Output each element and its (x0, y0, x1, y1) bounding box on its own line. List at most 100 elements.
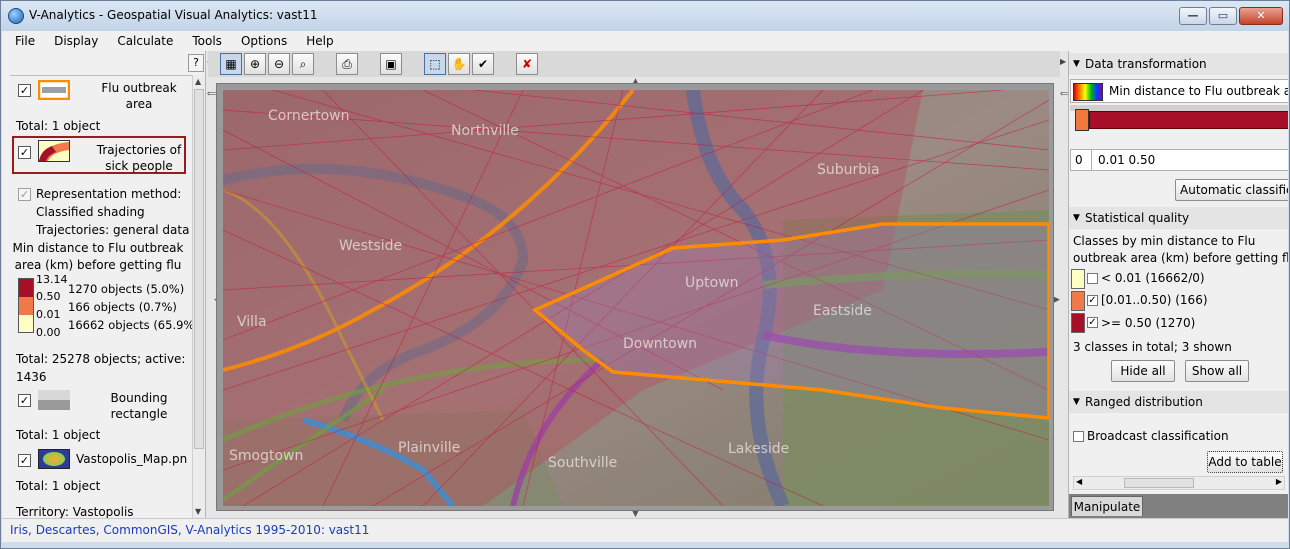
collapse-arrow-icon: ▼ (1073, 213, 1080, 223)
legend-swatch (19, 279, 33, 297)
map-toolbar: ▦ ⊕ ⊖ ⌕ ⎙ ▣ ⬚ ✋ ✔ ✘ (208, 51, 1060, 77)
layer-bounding-name[interactable]: Bounding rectangle (92, 390, 186, 422)
district-label: Cornertown (268, 108, 349, 124)
menu-tools[interactable]: Tools (179, 34, 228, 48)
ranged-distribution-header[interactable]: ▼ Ranged distribution (1069, 391, 1288, 413)
map-canvas[interactable]: Cornertown Northville Suburbia Westside … (223, 90, 1049, 506)
layer-map-image-checkbox[interactable]: ✓ (18, 454, 31, 467)
classes-description-line2: outbreak area (km) before getting flu (1073, 251, 1288, 265)
classification-panel: ▼ Data transformation Min distance to Fl… (1068, 51, 1288, 518)
scrollbar-thumb[interactable] (194, 89, 204, 449)
scroll-right-icon[interactable]: ▶ (1276, 477, 1282, 486)
image-icon (38, 449, 70, 469)
layer-list-scrollbar[interactable]: ▲ ▼ (192, 75, 205, 518)
district-label: Smogtown (229, 448, 303, 464)
zoom-fit-button[interactable]: ⌕ (292, 53, 314, 75)
help-button[interactable]: ? (188, 54, 204, 72)
tab-manipulate[interactable]: Manipulate (1071, 496, 1143, 516)
class-label: >= 0.50 (1270) (1101, 316, 1196, 330)
check-button[interactable]: ✔ (472, 53, 494, 75)
layer-map-image-total: Total: 1 object (16, 479, 101, 493)
add-to-table-button[interactable]: Add to table (1207, 451, 1283, 473)
scroll-down-icon[interactable]: ▼ (195, 507, 201, 516)
section-title: Data transformation (1085, 57, 1207, 71)
status-bar: Iris, Descartes, CommonGIS, V-Analytics … (2, 518, 1288, 542)
break-handle[interactable] (1075, 109, 1089, 131)
statistical-quality-header[interactable]: ▼ Statistical quality (1069, 207, 1288, 229)
district-label: Plainville (398, 440, 460, 456)
menu-file[interactable]: File (2, 34, 41, 48)
legend-class-count: 16662 objects (65.9%) (68, 318, 199, 332)
show-all-button[interactable]: Show all (1185, 360, 1249, 382)
layer-bounding-checkbox[interactable]: ✓ (18, 394, 31, 407)
maximize-button[interactable]: ▭ (1209, 7, 1237, 25)
layer-bounding-total: Total: 1 object (16, 428, 101, 442)
representation-checkbox[interactable]: ✓ (18, 188, 31, 201)
trajectory-icon (38, 140, 70, 162)
zoom-in-button[interactable]: ⊕ (244, 53, 266, 75)
menu-display[interactable]: Display (41, 34, 104, 48)
layer-flu-outbreak-name[interactable]: Flu outbreak area (92, 80, 186, 112)
menu-options[interactable]: Options (228, 34, 293, 48)
scrollbar-thumb[interactable] (1124, 478, 1194, 488)
map-frame: Cornertown Northville Suburbia Westside … (216, 83, 1054, 511)
print-button[interactable]: ⎙ (336, 53, 358, 75)
class-break-slider[interactable] (1089, 111, 1288, 129)
erase-selection-icon: ✘ (521, 57, 533, 71)
representation-value: Classified shading (36, 205, 145, 219)
menu-help[interactable]: Help (293, 34, 339, 48)
class-visibility-checkbox[interactable]: ✓ (1087, 317, 1098, 328)
class-visibility-checkbox[interactable]: ✓ (1087, 295, 1098, 306)
class-legend (18, 278, 34, 333)
break-min-value: 0 (1075, 153, 1083, 167)
legend-swatch (19, 297, 33, 315)
hand-icon: ✋ (451, 57, 467, 71)
rectangle-icon (38, 390, 70, 410)
layer-trajectories-checkbox[interactable]: ✓ (18, 146, 31, 159)
save-button[interactable]: ▣ (380, 53, 402, 75)
layer-name-line: Bounding (110, 391, 168, 405)
vastopolis-map-svg[interactable]: Cornertown Northville Suburbia Westside … (223, 90, 1049, 506)
color-scale-icon[interactable] (1073, 83, 1103, 101)
hand-button[interactable]: ✋ (448, 53, 470, 75)
attribute-name-line1: Min distance to Flu outbreak (12, 241, 184, 255)
close-button[interactable]: ✕ (1239, 7, 1283, 25)
client-area: ? ✓ Flu outbreak area Total: 1 object ✓ (2, 51, 1288, 519)
panel-tabs: Manipulate (1069, 494, 1288, 518)
class-visibility-checkbox[interactable] (1087, 273, 1098, 284)
layer-flu-outbreak-checkbox[interactable]: ✓ (18, 84, 31, 97)
select-rect-button[interactable]: ⬚ (424, 53, 446, 75)
select-rect-icon: ⬚ (429, 57, 441, 71)
legend-break-value: 0.00 (36, 326, 61, 339)
right-splitter-arrow-icon[interactable]: ▶ (1060, 57, 1066, 66)
layer-map-image-name[interactable]: Vastopolis_Map.pn (76, 451, 196, 467)
polygon-outline-icon (38, 80, 70, 100)
layer-flu-outbreak-total: Total: 1 object (16, 119, 101, 133)
zoom-out-button[interactable]: ⊖ (268, 53, 290, 75)
scroll-left-icon[interactable]: ◀ (1076, 477, 1082, 486)
attribute-selector[interactable]: Min distance to Flu outbreak are (1070, 79, 1288, 103)
pan-map-button[interactable]: ▦ (220, 53, 242, 75)
automatic-classification-button[interactable]: Automatic classific (1175, 179, 1288, 201)
layer-trajectories-name[interactable]: Trajectories of sick people (92, 142, 186, 174)
panel-horizontal-scrollbar[interactable]: ◀ ▶ (1073, 476, 1285, 490)
scroll-up-icon[interactable]: ▲ (195, 77, 201, 86)
pan-east-icon[interactable]: ▶ (1053, 295, 1060, 305)
minimize-button[interactable]: — (1179, 7, 1207, 25)
attribute-name: Min distance to Flu outbreak are (1109, 84, 1288, 98)
zoom-fit-icon: ⌕ (299, 57, 307, 71)
menu-calculate[interactable]: Calculate (104, 34, 179, 48)
break-values-field[interactable]: 0 0.01 0.50 (1070, 149, 1288, 171)
zoom-in-icon: ⊕ (249, 57, 261, 71)
collapse-arrow-icon: ▼ (1073, 59, 1080, 69)
hide-all-button[interactable]: Hide all (1111, 360, 1175, 382)
break-values: 0.01 0.50 (1098, 153, 1156, 167)
data-transformation-header[interactable]: ▼ Data transformation (1069, 53, 1288, 75)
layer-name-line: area (125, 97, 153, 111)
broadcast-classification-checkbox[interactable] (1073, 431, 1084, 442)
print-icon: ⎙ (342, 57, 352, 71)
app-window: V-Analytics - Geospatial Visual Analytic… (0, 0, 1290, 549)
close-icon: ✕ (1256, 9, 1266, 22)
pan-map-icon: ▦ (225, 57, 237, 71)
erase-selection-button[interactable]: ✘ (516, 53, 538, 75)
